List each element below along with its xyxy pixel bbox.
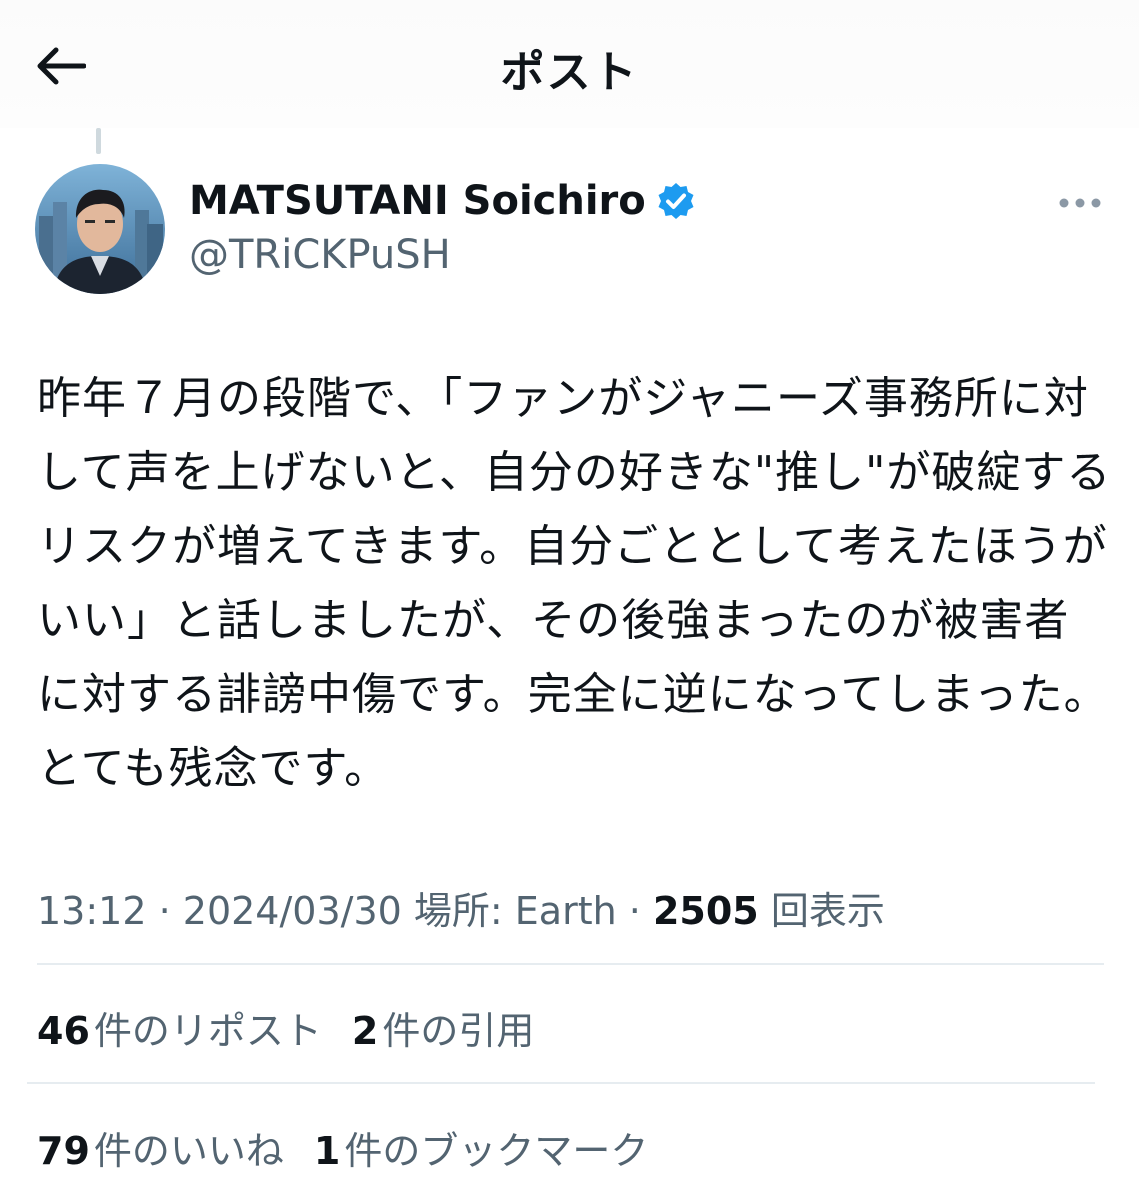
- post-time[interactable]: 13:12: [37, 889, 147, 933]
- more-dots-icon: [1059, 198, 1101, 208]
- bookmarks-label: 件のブックマーク: [344, 1129, 649, 1173]
- views-count: 2505: [652, 889, 759, 933]
- author-name-text: MATSUTANI Soichiro: [189, 178, 646, 224]
- reposts-label: 件のリポスト: [93, 1009, 322, 1053]
- quotes-stat[interactable]: 2 件の引用: [352, 1000, 534, 1055]
- meta-separator: ·: [628, 889, 653, 933]
- quotes-count: 2: [351, 1009, 379, 1053]
- engagement-row-1: 46 件のリポスト 2 件の引用: [37, 1000, 534, 1055]
- more-options-button[interactable]: [1050, 186, 1110, 220]
- author-name[interactable]: MATSUTANI Soichiro: [189, 178, 696, 224]
- likes-label: 件のいいね: [93, 1129, 284, 1173]
- avatar-photo: [35, 164, 165, 294]
- post-date[interactable]: 2024/03/30: [183, 889, 402, 933]
- divider: [27, 1082, 1095, 1084]
- post-text: 昨年７月の段階で、「ファンがジャニーズ事務所に対して声を上げないと、自分の好きな…: [37, 373, 1112, 794]
- meta-separator: ·: [158, 889, 183, 933]
- likes-count: 79: [37, 1129, 90, 1173]
- likes-stat[interactable]: 79 件のいいね: [37, 1120, 284, 1175]
- avatar[interactable]: [35, 164, 165, 294]
- author-handle[interactable]: @TRiCKPuSH: [189, 232, 451, 278]
- engagement-row-2: 79 件のいいね 1 件のブックマーク: [37, 1120, 648, 1175]
- divider: [37, 963, 1104, 965]
- reposts-count: 46: [37, 1009, 90, 1053]
- reposts-stat[interactable]: 46 件のリポスト: [37, 1000, 322, 1055]
- page-title: ポスト: [500, 47, 639, 98]
- post-meta: 13:12 · 2024/03/30 場所: Earth · 2505 回表示: [37, 880, 885, 935]
- bookmarks-count: 1: [313, 1129, 341, 1173]
- verified-badge-icon: [658, 183, 694, 219]
- thread-connector-line: [96, 128, 101, 154]
- post-detail-screen: ポスト MATSUTANI Soichiro @TRiCKPuSH 昨年７月の段…: [0, 0, 1139, 1200]
- post-location: 場所: Earth: [413, 889, 617, 933]
- views-label: 回表示: [770, 889, 885, 933]
- top-bar: ポスト: [0, 0, 1139, 128]
- bookmarks-stat[interactable]: 1 件のブックマーク: [314, 1120, 648, 1175]
- quotes-label: 件の引用: [382, 1009, 535, 1053]
